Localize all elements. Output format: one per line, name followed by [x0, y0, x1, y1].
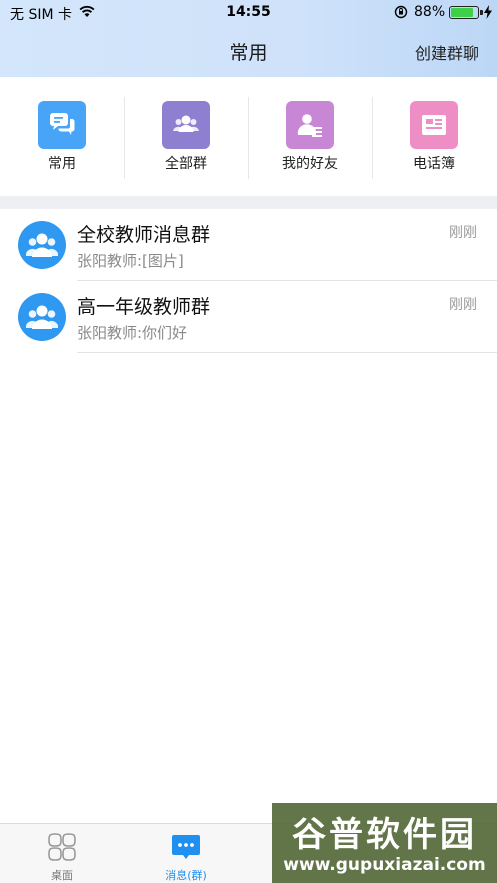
conversation-time: 刚刚 [449, 225, 477, 241]
phonebook-icon [422, 115, 446, 135]
conversation-time: 刚刚 [449, 297, 477, 313]
group-icon [26, 305, 58, 329]
quick-label: 全部群 [165, 156, 207, 172]
charging-icon [484, 5, 492, 19]
quick-tile [286, 101, 334, 149]
conversation-name: 全校教师消息群 [77, 224, 211, 246]
conversation-row[interactable]: 高一年级教师群 张阳教师:你们好 刚刚 [0, 281, 497, 353]
watermark-title: 谷普软件园 [292, 815, 477, 855]
row-divider [77, 352, 497, 353]
quick-item-all-groups[interactable]: 全部群 [124, 77, 248, 196]
battery-level [451, 8, 473, 17]
tab-messages[interactable]: 消息(群) [124, 824, 248, 883]
friend-card-icon [297, 114, 322, 137]
watermark-url: www.gupuxiazai.com [283, 855, 486, 875]
group-icon [173, 115, 199, 132]
conversation-row[interactable]: 全校教师消息群 张阳教师:[图片] 刚刚 [0, 209, 497, 281]
conversation-last-message: 张阳教师:你们好 [77, 324, 188, 342]
create-group-chat-button[interactable]: 创建群聊 [415, 40, 479, 64]
conversation-name: 高一年级教师群 [77, 296, 211, 318]
quick-item-common[interactable]: 常用 [0, 77, 124, 196]
group-icon [26, 233, 58, 257]
group-avatar [18, 293, 66, 341]
battery-icon [449, 6, 483, 19]
group-avatar [18, 221, 66, 269]
orientation-lock-icon [394, 5, 408, 19]
quick-label: 我的好友 [282, 156, 338, 172]
chat-bubbles-icon [50, 113, 75, 135]
conversation-last-message: 张阳教师:[图片] [77, 252, 184, 270]
message-icon [172, 835, 200, 859]
watermark: 谷普软件园 www.gupuxiazai.com [272, 803, 497, 883]
quick-label: 电话簿 [413, 156, 455, 172]
header: 无 SIM 卡 14:55 88% 常用 创建群聊 [0, 0, 497, 77]
quick-label: 常用 [48, 156, 76, 172]
quick-item-my-friends[interactable]: 我的好友 [248, 77, 372, 196]
quick-tile [162, 101, 210, 149]
desktop-grid-icon [48, 833, 76, 861]
quick-tile [38, 101, 86, 149]
tab-desktop[interactable]: 桌面 [0, 824, 124, 883]
quick-access-bar: 常用 全部群 我的好友 电话簿 [0, 77, 497, 196]
section-divider [0, 196, 497, 209]
tab-label: 桌面 [51, 869, 73, 882]
status-bar: 无 SIM 卡 14:55 88% [0, 0, 497, 26]
battery-percent: 88% [414, 4, 446, 20]
tab-label: 消息(群) [165, 869, 207, 882]
quick-item-phonebook[interactable]: 电话簿 [372, 77, 496, 196]
quick-tile [410, 101, 458, 149]
